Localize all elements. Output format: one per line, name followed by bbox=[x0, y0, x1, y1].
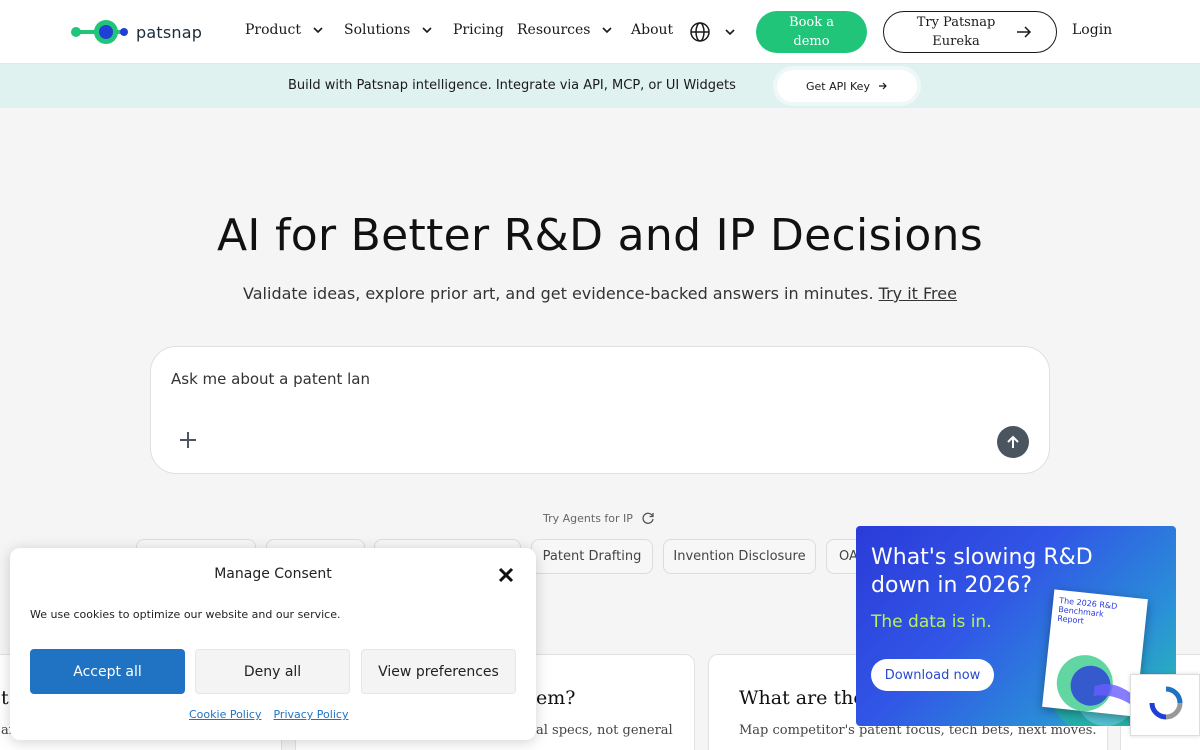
try-it-free-link[interactable]: Try it Free bbox=[879, 284, 957, 303]
agent-chip-patent-drafting[interactable]: Patent Drafting bbox=[531, 539, 653, 574]
try-eureka-button[interactable]: Try Patsnap Eureka bbox=[883, 11, 1057, 53]
ask-input[interactable] bbox=[171, 367, 671, 391]
chevron-down-icon bbox=[313, 27, 323, 34]
recaptcha-badge bbox=[1130, 674, 1200, 736]
promo-subtitle: The data is in. bbox=[871, 612, 992, 632]
arrow-right-icon bbox=[1017, 26, 1032, 38]
logo-text: patsnap bbox=[136, 22, 203, 42]
book-demo-button[interactable]: Book a demo bbox=[756, 11, 867, 53]
agents-label-text: Try Agents for IP bbox=[543, 511, 633, 525]
hero-subtitle-text: Validate ideas, explore prior art, and g… bbox=[243, 284, 874, 303]
chevron-down-icon bbox=[725, 29, 735, 36]
download-now-button[interactable]: Download now bbox=[871, 659, 994, 691]
logo-mark-icon bbox=[71, 20, 128, 44]
agent-chip-invention-disclosure[interactable]: Invention Disclosure bbox=[663, 539, 816, 574]
chevron-down-icon bbox=[602, 27, 613, 34]
arrow-right-icon bbox=[878, 82, 887, 90]
nav-pricing[interactable]: Pricing bbox=[453, 22, 504, 38]
card-desc: al specs, not general bbox=[536, 723, 673, 738]
cookie-consent-dialog: Manage Consent We use cookies to optimiz… bbox=[10, 548, 536, 740]
globe-icon bbox=[690, 22, 710, 42]
consent-title: Manage Consent bbox=[214, 566, 332, 582]
nav-product[interactable]: Product bbox=[245, 22, 325, 38]
get-api-key-label: Get API Key bbox=[806, 79, 870, 93]
arrow-up-icon bbox=[1007, 435, 1019, 448]
hero-subtitle: Validate ideas, explore prior art, and g… bbox=[0, 284, 1200, 303]
view-preferences-button[interactable]: View preferences bbox=[361, 649, 516, 694]
report-graphic-icon bbox=[1056, 655, 1138, 712]
chevron-down-icon bbox=[422, 27, 432, 34]
ask-box bbox=[150, 346, 1050, 474]
nav-about[interactable]: About bbox=[631, 22, 673, 38]
banner-text: Build with Patsnap intelligence. Integra… bbox=[288, 78, 736, 93]
privacy-policy-link[interactable]: Privacy Policy bbox=[273, 708, 348, 721]
cookie-policy-link[interactable]: Cookie Policy bbox=[189, 708, 261, 721]
nav-resources-label: Resources bbox=[517, 22, 591, 38]
site-header: patsnap Product Solutions Pricing Resour… bbox=[0, 0, 1200, 64]
consent-text: We use cookies to optimize our website a… bbox=[30, 608, 341, 621]
card-title: t bbox=[1, 687, 9, 709]
nav-pricing-label: Pricing bbox=[453, 22, 504, 38]
recaptcha-icon bbox=[1149, 686, 1183, 720]
try-eureka-label: Try Patsnap Eureka bbox=[916, 15, 996, 49]
card-title: What are they bbox=[739, 687, 876, 709]
nav-solutions[interactable]: Solutions bbox=[344, 22, 434, 38]
language-selector[interactable] bbox=[689, 21, 737, 43]
accept-all-button[interactable]: Accept all bbox=[30, 649, 185, 694]
send-button[interactable] bbox=[997, 426, 1029, 458]
agents-label: Try Agents for IP bbox=[543, 511, 655, 525]
consent-links: Cookie Policy Privacy Policy bbox=[189, 708, 348, 721]
patsnap-logo[interactable]: patsnap bbox=[70, 18, 202, 46]
report-title: The 2026 R&D Benchmark Report bbox=[1056, 596, 1118, 626]
plus-icon[interactable] bbox=[177, 429, 199, 451]
close-icon[interactable] bbox=[496, 565, 516, 585]
card-title: em? bbox=[536, 687, 576, 709]
nav-solutions-label: Solutions bbox=[344, 22, 411, 38]
deny-all-button[interactable]: Deny all bbox=[195, 649, 350, 694]
hero-title: AI for Better R&D and IP Decisions bbox=[217, 210, 983, 261]
nav-resources[interactable]: Resources bbox=[517, 22, 614, 38]
nav-product-label: Product bbox=[245, 22, 301, 38]
api-banner: Build with Patsnap intelligence. Integra… bbox=[0, 64, 1200, 108]
get-api-key-button[interactable]: Get API Key bbox=[777, 70, 917, 102]
refresh-icon[interactable] bbox=[641, 511, 655, 525]
login-link[interactable]: Login bbox=[1072, 22, 1112, 38]
promo-popup: What's slowing R&D down in 2026? The dat… bbox=[856, 526, 1176, 726]
nav-about-label: About bbox=[631, 22, 674, 38]
